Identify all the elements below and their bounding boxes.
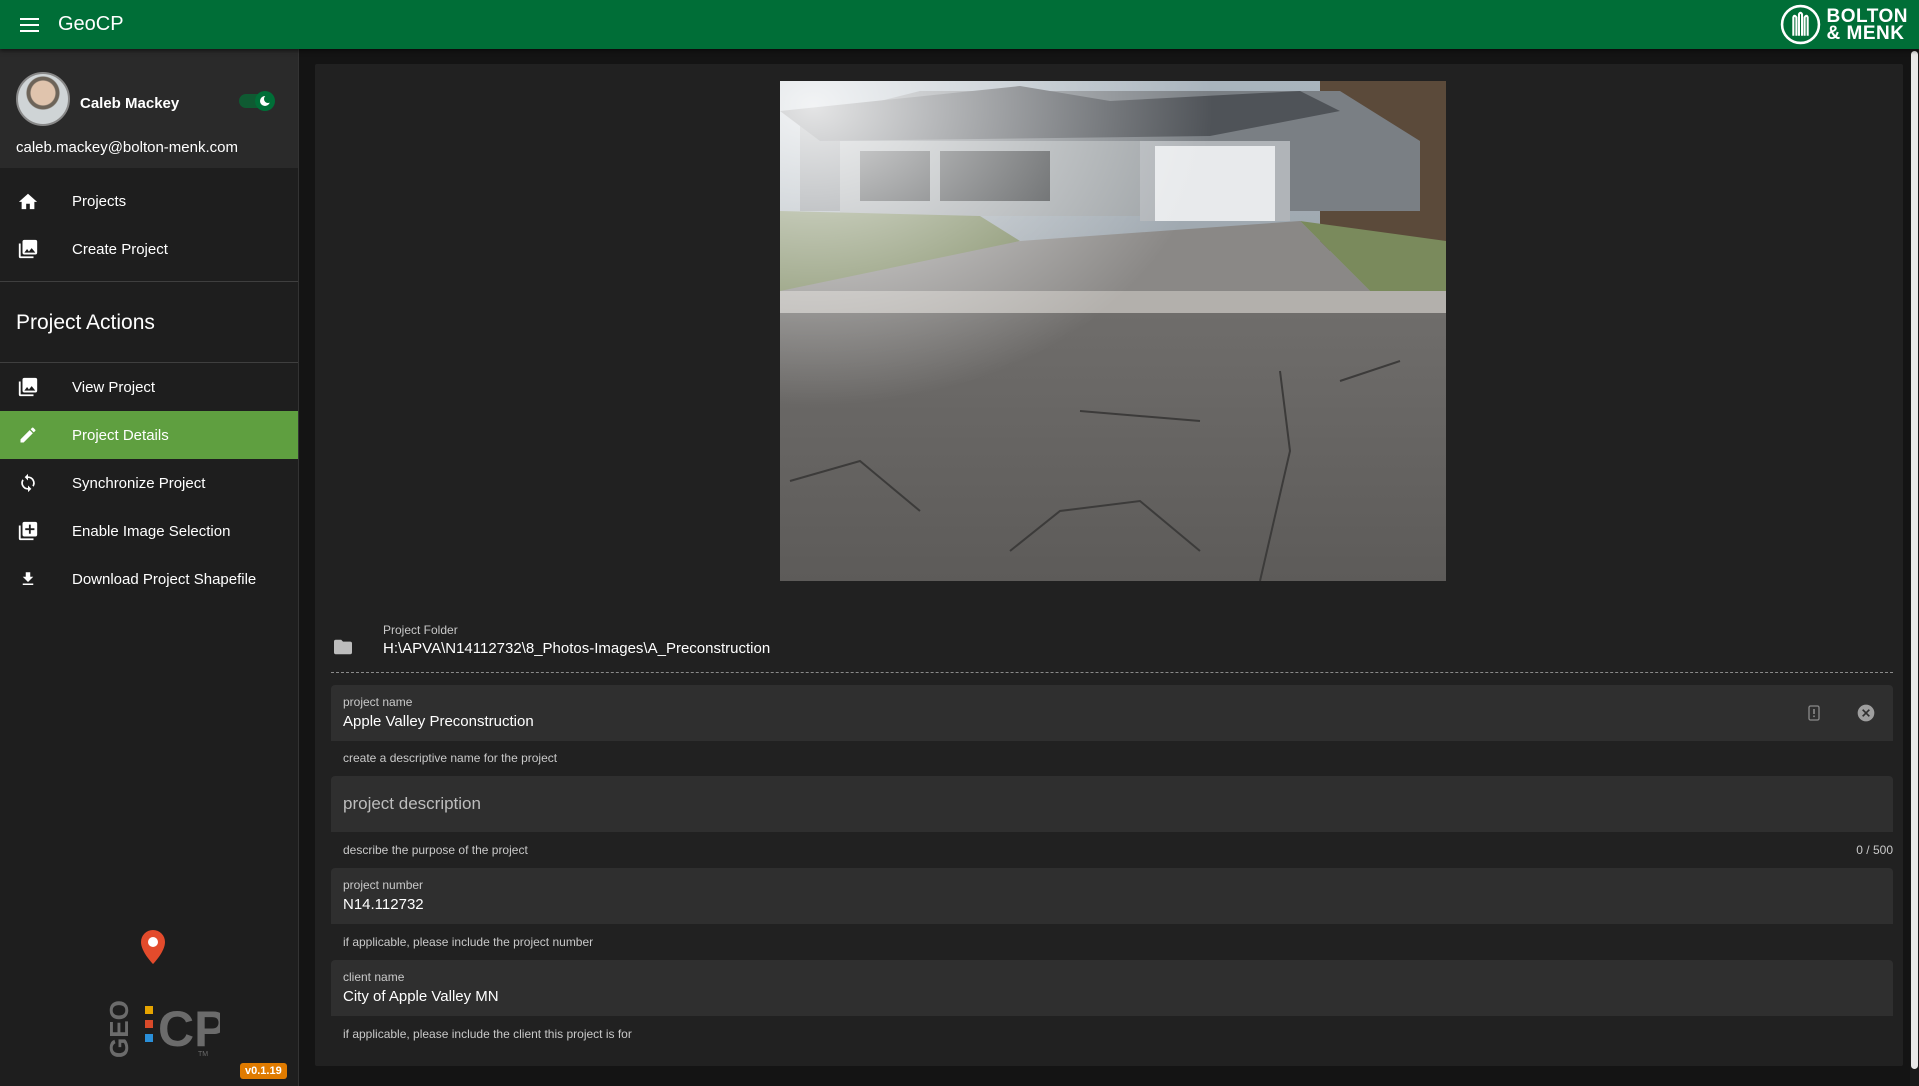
project-details-panel: Project Folder H:\APVA\N14112732\8_Photo… <box>315 64 1903 1066</box>
logo-tm-text: TM <box>198 1051 208 1058</box>
nav-item-label: Enable Image Selection <box>72 522 231 540</box>
folder-caption: Project Folder <box>383 623 458 637</box>
nav-item-label: Create Project <box>72 240 168 258</box>
avatar <box>16 72 70 126</box>
project-description-field[interactable]: project description <box>331 776 1893 832</box>
pencil-icon <box>16 423 40 447</box>
home-icon <box>16 189 40 213</box>
sync-icon <box>16 471 40 495</box>
app-title: GeoCP <box>58 13 124 35</box>
project-name-input[interactable]: Apple Valley Preconstruction <box>343 713 534 730</box>
dark-mode-toggle[interactable] <box>239 91 275 111</box>
project-number-field[interactable]: project number N14.112732 <box>331 868 1893 924</box>
description-character-counter: 0 / 500 <box>1856 843 1893 857</box>
client-name-label: client name <box>343 970 405 984</box>
project-description-input[interactable]: project description <box>343 794 481 814</box>
geocp-logo: GEO CP TM <box>104 930 220 1058</box>
nav-item-label: Project Details <box>72 426 169 444</box>
nav-item-projects[interactable]: Projects <box>0 177 298 225</box>
section-title: Project Actions <box>16 311 155 334</box>
project-number-label: project number <box>343 878 424 892</box>
company-logo: BOLTON & MENK <box>1780 4 1908 45</box>
nav-item-label: Synchronize Project <box>72 474 206 492</box>
photo-library-icon <box>16 237 40 261</box>
password-manager-icon[interactable] <box>1803 702 1825 724</box>
client-name-hint: if applicable, please include the client… <box>343 1027 632 1041</box>
clear-icon[interactable] <box>1855 702 1877 724</box>
hamburger-menu-icon[interactable] <box>16 11 44 39</box>
download-icon <box>16 567 40 591</box>
nav-item-label: View Project <box>72 378 156 396</box>
add-box-icon <box>16 519 40 543</box>
project-folder-row: Project Folder H:\APVA\N14112732\8_Photo… <box>331 619 1893 673</box>
nav-item-project-details[interactable]: Project Details <box>0 411 298 459</box>
nav-item-label: Download Project Shapefile <box>72 570 257 588</box>
brand-wordmark: BOLTON & MENK <box>1826 5 1908 44</box>
photo-library-icon <box>16 375 40 399</box>
moon-icon <box>255 91 275 111</box>
user-name: Caleb Mackey <box>80 95 180 112</box>
nav-item-synchronize-project[interactable]: Synchronize Project <box>0 459 298 507</box>
nav-item-label: Projects <box>72 192 127 210</box>
user-card: Caleb Mackey caleb.mackey@bolton-menk.co… <box>0 49 298 168</box>
user-email: caleb.mackey@bolton-menk.com <box>16 139 238 156</box>
navigation-drawer: Caleb Mackey caleb.mackey@bolton-menk.co… <box>0 49 299 1086</box>
version-badge: v0.1.19 <box>240 1063 287 1079</box>
project-number-hint: if applicable, please include the projec… <box>343 935 594 949</box>
project-name-hint: create a descriptive name for the projec… <box>343 751 558 765</box>
page-scrollbar[interactable] <box>1910 49 1919 1086</box>
bolton-menk-mark-icon <box>1780 4 1820 45</box>
client-name-input[interactable]: City of Apple Valley MN <box>343 988 499 1005</box>
brand-line-2: & MENK <box>1826 22 1905 44</box>
scrollbar-thumb[interactable] <box>1911 51 1918 1069</box>
client-name-field[interactable]: client name City of Apple Valley MN <box>331 960 1893 1016</box>
project-number-input[interactable]: N14.112732 <box>343 896 424 913</box>
nav-item-enable-image-selection[interactable]: Enable Image Selection <box>0 507 298 555</box>
logo-geo-text: GEO <box>104 1000 134 1058</box>
nav-item-create-project[interactable]: Create Project <box>0 225 298 273</box>
project-name-label: project name <box>343 695 413 709</box>
divider <box>0 281 298 282</box>
nav-item-view-project[interactable]: View Project <box>0 363 298 411</box>
project-description-hint: describe the purpose of the project <box>343 843 528 857</box>
folder-icon <box>332 638 354 661</box>
app-bar: GeoCP BOLTON & MENK <box>0 0 1919 49</box>
folder-path: H:\APVA\N14112732\8_Photos-Images\A_Prec… <box>383 640 771 657</box>
brand-line-1: BOLTON <box>1826 5 1908 27</box>
logo-cp-text: CP <box>158 1001 220 1057</box>
project-cover-photo[interactable] <box>780 81 1446 581</box>
project-name-field[interactable]: project name Apple Valley Preconstructio… <box>331 685 1893 741</box>
nav-item-download-project-shapefile[interactable]: Download Project Shapefile <box>0 555 298 603</box>
